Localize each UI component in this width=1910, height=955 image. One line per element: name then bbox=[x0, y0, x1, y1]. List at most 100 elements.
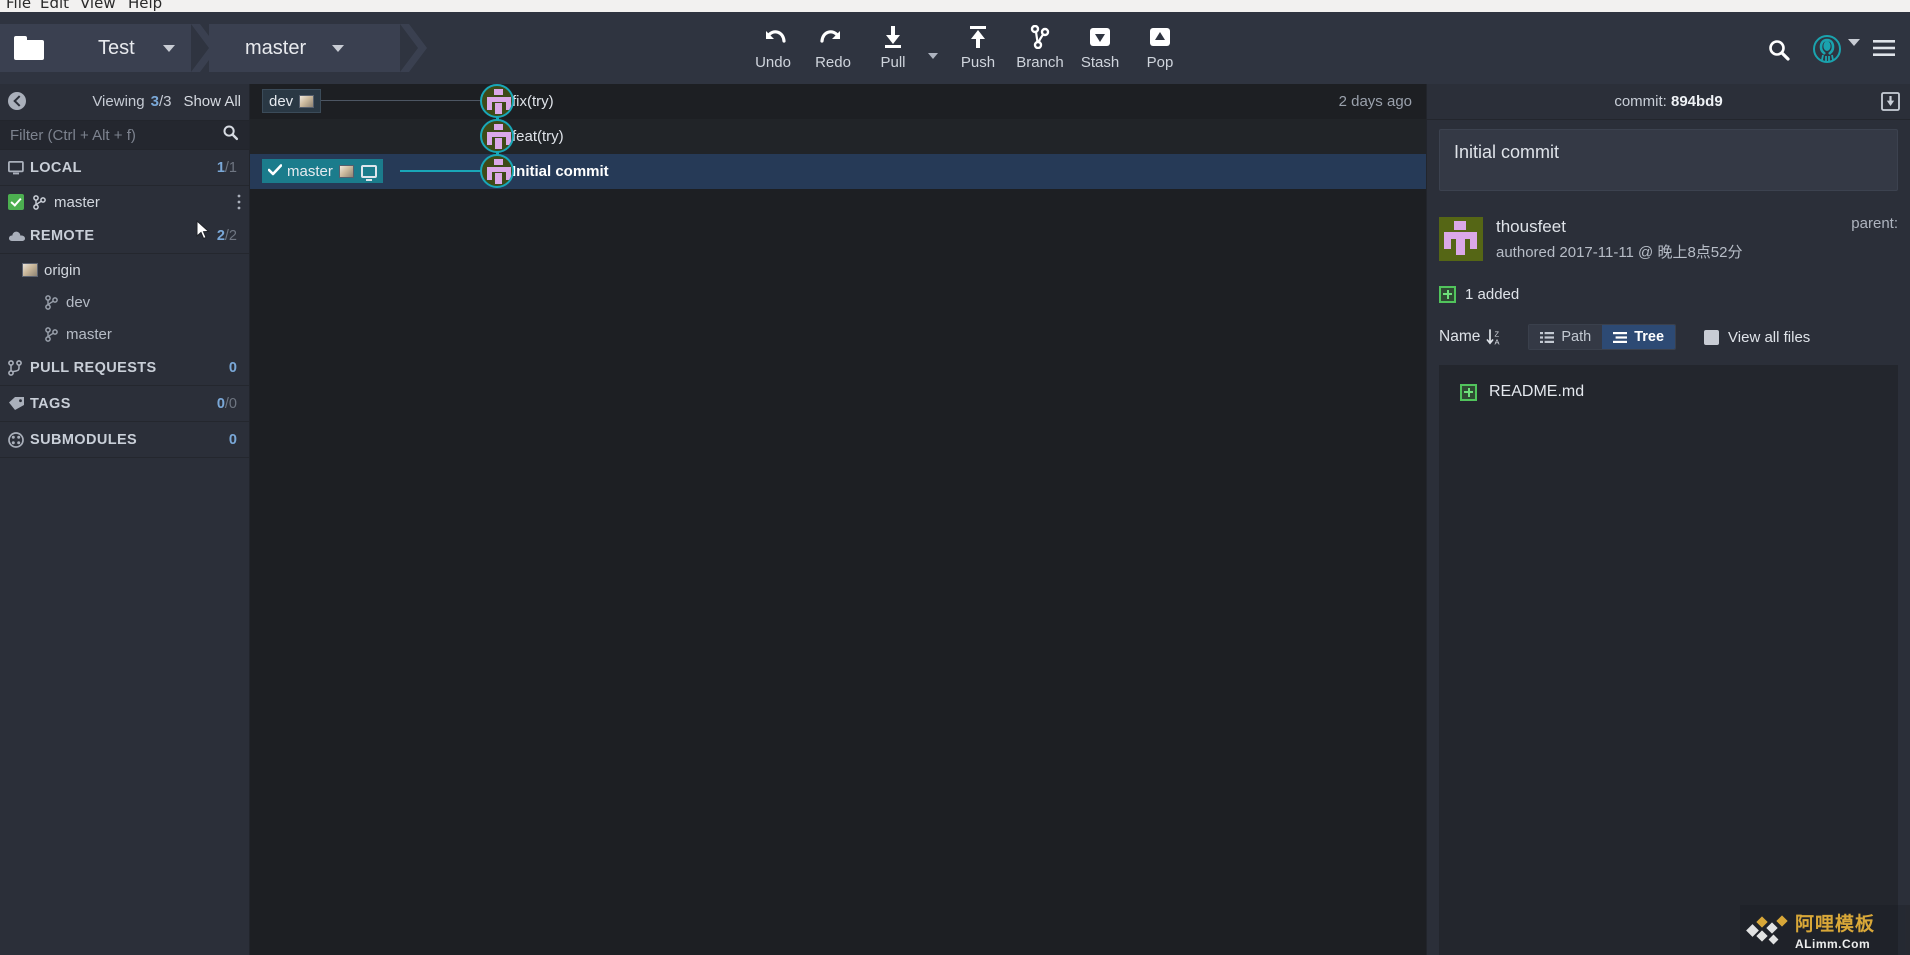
checkbox-icon bbox=[1704, 329, 1720, 345]
chevron-down-icon bbox=[162, 44, 175, 52]
branch-icon bbox=[1028, 22, 1052, 52]
sidebar-section-label: TAGS bbox=[30, 395, 71, 412]
sidebar-section-tags[interactable]: TAGS 0/0 bbox=[0, 386, 249, 422]
menu-item-help[interactable]: Help bbox=[128, 0, 162, 12]
sidebar-section-remote[interactable]: REMOTE 2/2 bbox=[0, 218, 249, 254]
redo-button[interactable]: Redo bbox=[800, 22, 866, 78]
authored-date: authored 2017-11-11 @ 晚上8点52分 bbox=[1496, 243, 1743, 261]
collapse-sidebar-icon[interactable] bbox=[8, 92, 26, 110]
tab-tree-view[interactable]: Tree bbox=[1602, 325, 1676, 349]
show-all-button[interactable]: Show All bbox=[183, 93, 241, 110]
watermark: 阿哩模板 ALimm.Com bbox=[1740, 905, 1910, 955]
sidebar-section-count: 2/2 bbox=[216, 227, 237, 244]
watermark-chinese-text: 阿哩模板 bbox=[1795, 913, 1876, 935]
stash-icon bbox=[1088, 22, 1112, 52]
file-list-item[interactable]: README.md bbox=[1451, 377, 1886, 407]
sidebar-viewing-bar: Viewing 3 /3 Show All bbox=[0, 84, 249, 118]
menu-item-view[interactable]: View bbox=[80, 0, 116, 12]
sidebar-filter[interactable] bbox=[0, 120, 249, 150]
watermark-site-text: ALimm.Com bbox=[1795, 937, 1871, 951]
sidebar-section-label: SUBMODULES bbox=[30, 431, 138, 448]
watermark-logo-icon bbox=[1746, 915, 1790, 945]
file-list-header: Name Z A Path Tree View all files bbox=[1439, 323, 1898, 351]
viewing-total: /3 bbox=[158, 92, 172, 110]
commit-sha: 894bd9 bbox=[1670, 93, 1723, 110]
view-all-files-label: View all files bbox=[1728, 328, 1811, 346]
ref-label-dev[interactable]: dev bbox=[262, 89, 322, 113]
chevron-down-icon[interactable] bbox=[1848, 39, 1860, 64]
sidebar-section-submodules[interactable]: SUBMODULES 0 bbox=[0, 422, 249, 458]
undo-button[interactable]: Undo bbox=[740, 22, 806, 78]
list-icon bbox=[1540, 331, 1555, 343]
sidebar-remote-label: origin bbox=[44, 261, 81, 279]
sidebar-item-remote-origin[interactable]: origin bbox=[0, 254, 249, 286]
commit-row[interactable]: feat(try) bbox=[250, 119, 1426, 154]
ref-label-master[interactable]: master bbox=[262, 159, 383, 183]
search-icon[interactable] bbox=[1767, 38, 1791, 67]
sidebar-section-label: LOCAL bbox=[30, 159, 82, 176]
commit-message-box: Initial commit bbox=[1439, 129, 1898, 191]
undo-label: Undo bbox=[755, 54, 791, 71]
name-column-header[interactable]: Name Z A bbox=[1439, 328, 1502, 346]
svg-text:A: A bbox=[1495, 337, 1500, 346]
remote-avatar-icon bbox=[22, 263, 38, 277]
commit-message: feat(try) bbox=[512, 128, 564, 145]
sidebar-section-count: 0 bbox=[228, 359, 237, 376]
author-name: thousfeet bbox=[1496, 216, 1566, 236]
filter-input[interactable] bbox=[0, 126, 222, 144]
branch-selector[interactable]: master bbox=[209, 24, 409, 72]
pull-button[interactable]: Pull bbox=[860, 22, 926, 78]
viewing-label: Viewing bbox=[92, 92, 145, 110]
pop-icon bbox=[1148, 22, 1172, 52]
sidebar-item-remote-dev[interactable]: dev bbox=[0, 286, 249, 318]
view-all-files-checkbox[interactable]: View all files bbox=[1704, 329, 1810, 346]
sidebar-section-label: PULL REQUESTS bbox=[30, 359, 157, 376]
commit-row[interactable]: fix(try) 2 days ago bbox=[250, 84, 1426, 119]
remote-avatar-icon bbox=[299, 94, 315, 108]
remote-avatar-icon bbox=[338, 164, 354, 178]
repo-selector[interactable]: Test bbox=[0, 24, 200, 72]
local-monitor-icon bbox=[360, 164, 377, 181]
sidebar-section-pull-requests[interactable]: PULL REQUESTS 0 bbox=[0, 350, 249, 386]
download-box-icon[interactable] bbox=[1881, 92, 1900, 116]
commit-node-avatar[interactable] bbox=[480, 154, 514, 188]
added-count-label: 1 added bbox=[1465, 285, 1520, 303]
pop-button[interactable]: Pop bbox=[1127, 22, 1193, 78]
file-name: README.md bbox=[1489, 383, 1585, 400]
branch-context-menu-icon[interactable] bbox=[237, 194, 241, 212]
sidebar-section-count: 1/1 bbox=[216, 159, 237, 176]
commit-author-block: thousfeet authored 2017-11-11 @ 晚上8点52分 … bbox=[1439, 211, 1898, 267]
push-button[interactable]: Push bbox=[945, 22, 1011, 78]
chevron-down-icon bbox=[332, 44, 345, 52]
crumb-notch-2 bbox=[400, 24, 418, 72]
pop-label: Pop bbox=[1146, 54, 1174, 71]
commit-node-avatar[interactable] bbox=[480, 84, 514, 118]
ref-label-name: dev bbox=[269, 92, 294, 110]
pull-dropdown-button[interactable] bbox=[925, 48, 941, 64]
sidebar-item-local-master[interactable]: master bbox=[0, 186, 249, 218]
tab-path-label: Path bbox=[1561, 329, 1592, 345]
sidebar-section-label: REMOTE bbox=[30, 227, 95, 244]
menu-item-file[interactable]: File bbox=[6, 0, 31, 12]
sidebar-section-local[interactable]: LOCAL 1/1 bbox=[0, 150, 249, 186]
viewing-current: 3 bbox=[150, 92, 159, 110]
file-added-icon bbox=[1460, 383, 1477, 401]
redo-label: Redo bbox=[815, 54, 851, 71]
tab-path-view[interactable]: Path bbox=[1529, 325, 1603, 349]
tab-tree-label: Tree bbox=[1634, 329, 1665, 345]
changed-files-summary: 1 added bbox=[1439, 283, 1898, 305]
stash-button[interactable]: Stash bbox=[1067, 22, 1133, 78]
search-icon[interactable] bbox=[222, 124, 239, 146]
commit-node-avatar[interactable] bbox=[480, 119, 514, 153]
gitkraken-logo-icon[interactable] bbox=[1812, 34, 1842, 69]
menu-item-edit[interactable]: Edit bbox=[40, 0, 69, 12]
master-connector-line bbox=[400, 170, 485, 172]
sidebar-item-remote-master[interactable]: master bbox=[0, 318, 249, 350]
identicon bbox=[482, 86, 512, 116]
dev-connector-line bbox=[318, 100, 483, 101]
top-toolbar: Test master Undo Redo Pull Push Branch S… bbox=[0, 12, 1910, 84]
branch-button[interactable]: Branch bbox=[1007, 22, 1073, 78]
tree-icon bbox=[1613, 331, 1628, 343]
branch-icon bbox=[30, 194, 48, 210]
hamburger-menu-icon[interactable] bbox=[1872, 38, 1896, 63]
